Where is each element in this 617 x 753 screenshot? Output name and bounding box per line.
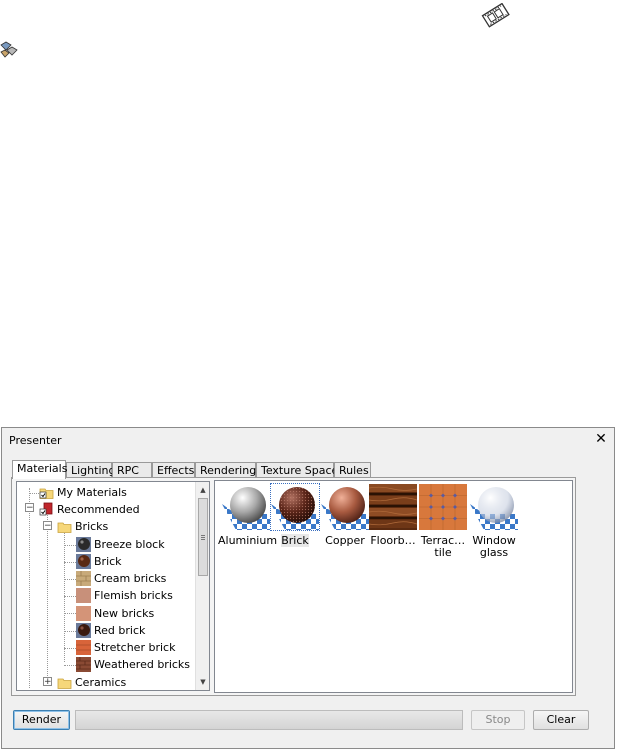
scroll-up-icon[interactable]: ▲: [196, 483, 209, 497]
floorboard-texture-icon: [369, 484, 417, 530]
folder-icon: [57, 678, 72, 689]
tree-line: [64, 579, 76, 580]
tree-item-label: Brick: [94, 555, 122, 568]
tree-item-label: Recommended: [57, 503, 140, 516]
render-progress-bar: [75, 710, 463, 730]
material-label: Floorb…: [370, 534, 416, 547]
close-button[interactable]: ✕: [594, 431, 608, 447]
tab-lighting[interactable]: Lighting: [66, 462, 115, 478]
tree-line: [29, 488, 30, 688]
tree-line: [64, 596, 76, 597]
sphere-swatch-icon: [76, 554, 91, 569]
tree-item-label: Red brick: [94, 624, 146, 637]
folder-open-icon: [57, 522, 72, 533]
scroll-down-icon[interactable]: ▼: [196, 675, 209, 689]
copper-sphere-icon: [321, 487, 369, 530]
tree-item-label: New bricks: [94, 607, 155, 620]
scroll-thumb[interactable]: [198, 498, 208, 576]
tree-expand-toggle[interactable]: +: [43, 677, 52, 687]
tree-item-label: Bricks: [75, 520, 109, 533]
material-preview-grid: Aluminium Brick Copper Floorb… Terrac… t…: [214, 480, 573, 693]
tree-item-label: Ceramics: [75, 676, 127, 689]
brick-sphere-icon: [270, 483, 320, 531]
dialog-title: Presenter: [9, 434, 62, 447]
tree-collapse-toggle[interactable]: −: [25, 503, 34, 513]
tree-line: [64, 545, 76, 546]
aluminium-sphere-icon: [222, 487, 270, 530]
material-label: Aluminium: [218, 534, 278, 547]
dialog-titlebar: Presenter ✕: [2, 428, 614, 452]
tree-item-label: Flemish bricks: [94, 589, 173, 602]
material-label: Window glass: [472, 534, 516, 559]
tab-rules[interactable]: Rules: [334, 462, 371, 478]
materials-gems-icon[interactable]: [0, 41, 20, 59]
tree-item-label: My Materials: [57, 486, 127, 499]
terracotta-tile-texture-icon: [419, 484, 467, 530]
tree-line: [64, 613, 76, 614]
stop-button[interactable]: Stop: [471, 710, 525, 730]
action-bar: Render Stop Clear: [2, 704, 614, 744]
tree-item-label: Cream bricks: [94, 572, 167, 585]
folder-icon: [39, 488, 54, 499]
render-button[interactable]: Render: [13, 710, 70, 730]
tree-line: [64, 631, 76, 632]
sphere-swatch-icon: [76, 623, 91, 638]
material-label: Terrac… tile: [420, 534, 466, 559]
materials-panel: My Materials − Recommended − Bricks Bree…: [11, 477, 576, 696]
tab-rpc[interactable]: RPC: [112, 462, 152, 478]
recommended-library-icon: [39, 502, 53, 516]
tree-line: [64, 527, 65, 662]
texture-swatch-icon: [76, 606, 91, 621]
tree-collapse-toggle[interactable]: −: [43, 521, 52, 531]
film-strip-icon[interactable]: [481, 3, 510, 28]
texture-swatch-icon: [76, 640, 91, 655]
tree-item-label: Weathered bricks: [94, 658, 191, 671]
tab-effects[interactable]: Effects: [152, 462, 195, 478]
tree-scrollbar[interactable]: ▲ ▼: [195, 482, 209, 690]
texture-swatch-icon: [76, 571, 91, 586]
close-icon: ✕: [595, 431, 607, 447]
clear-button[interactable]: Clear: [533, 710, 589, 730]
glass-sphere-icon: [470, 487, 518, 530]
texture-swatch-icon: [76, 588, 91, 603]
sphere-swatch-icon: [76, 537, 91, 552]
tree-line: [64, 665, 76, 666]
material-label: Brick: [281, 534, 309, 547]
texture-swatch-icon: [76, 657, 91, 672]
tree-line: [64, 648, 76, 649]
tree-item-label: Breeze block: [94, 538, 165, 551]
tab-rendering[interactable]: Rendering: [195, 462, 256, 478]
tree-line: [64, 562, 76, 563]
tab-materials[interactable]: Materials: [12, 460, 67, 479]
tab-texture-space[interactable]: Texture Space: [256, 462, 338, 478]
tree-line: [47, 510, 48, 680]
tree-line: [29, 493, 39, 494]
presenter-dialog: Presenter ✕ Materials Lighting RPC Effec…: [1, 427, 615, 749]
tree-item-label: Stretcher brick: [94, 641, 176, 654]
material-tree[interactable]: My Materials − Recommended − Bricks Bree…: [16, 481, 210, 691]
